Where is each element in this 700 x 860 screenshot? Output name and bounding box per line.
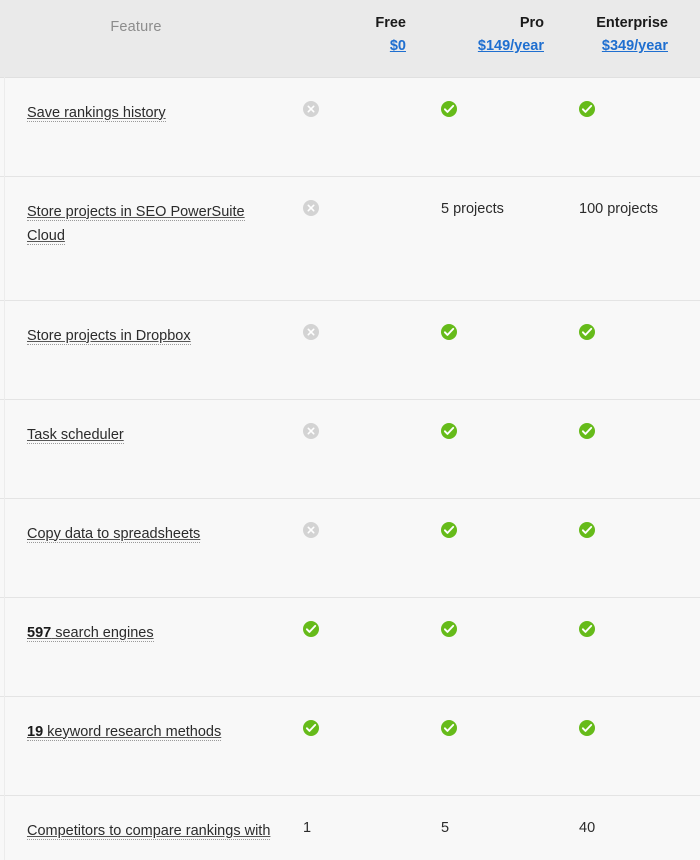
check-circle-icon: [441, 100, 457, 117]
table-row: Store projects in Dropbox: [0, 299, 700, 399]
header-plan-enterprise: Enterprise $349/year: [576, 0, 700, 77]
table-row: Store projects in SEO PowerSuite Cloud 5 …: [0, 175, 700, 300]
check-circle-icon: [579, 323, 595, 340]
feature-label-link[interactable]: Store projects in SEO PowerSuite Cloud: [27, 203, 245, 245]
plan-name-pro: Pro: [519, 15, 544, 31]
feature-label-text: Copy data to spreadsheets: [27, 525, 201, 542]
feature-label-link[interactable]: Copy data to spreadsheets: [27, 525, 201, 543]
table-row: Competitors to compare rankings with 1 5 40: [0, 794, 700, 860]
value-cell: [300, 76, 438, 176]
feature-cell: Competitors to compare rankings with: [0, 794, 300, 860]
check-circle-icon: [441, 323, 457, 340]
check-circle-icon: [579, 620, 595, 637]
value-cell: [576, 596, 700, 696]
value-cell: [576, 299, 700, 399]
value-cell: [300, 299, 438, 399]
value-cell: [438, 299, 576, 399]
value-cell: 5 projects: [438, 175, 576, 300]
feature-cell: 19 keyword research methods: [0, 695, 300, 795]
feature-label-text: Save rankings history: [27, 104, 166, 121]
check-circle-icon: [441, 422, 457, 439]
value-text: 40: [579, 819, 596, 836]
value-cell: [576, 497, 700, 597]
feature-label-text: search engines: [51, 624, 154, 641]
feature-cell: 597 search engines: [0, 596, 300, 696]
value-cell: [438, 497, 576, 597]
feature-highlight: 19: [27, 723, 44, 740]
feature-cell: Copy data to spreadsheets: [0, 497, 300, 597]
cross-circle-icon: [303, 521, 319, 538]
value-cell: [576, 398, 700, 498]
plan-name-free: Free: [375, 15, 406, 31]
table-row: Copy data to spreadsheets: [0, 497, 700, 597]
feature-highlight: 597: [27, 624, 52, 641]
check-circle-icon: [579, 422, 595, 439]
value-cell: [300, 398, 438, 498]
feature-cell: Save rankings history: [0, 76, 300, 176]
value-cell: [576, 76, 700, 176]
table-row: 19 keyword research methods: [0, 695, 700, 795]
cross-circle-icon: [303, 199, 319, 216]
table-row: Task scheduler: [0, 398, 700, 498]
feature-label-link[interactable]: Competitors to compare rankings with: [27, 822, 271, 840]
value-cell: [300, 596, 438, 696]
value-text: 5 projects: [441, 200, 504, 217]
table-row: 597 search engines: [0, 596, 700, 696]
check-circle-icon: [303, 719, 319, 736]
value-cell: [438, 398, 576, 498]
header-row: Feature Free $0 Pro $149/year Enterprise…: [0, 0, 700, 77]
table-row: Save rankings history: [0, 76, 700, 176]
plan-comparison-table: Feature Free $0 Pro $149/year Enterprise…: [0, 0, 700, 860]
check-circle-icon: [579, 100, 595, 117]
value-cell: [576, 695, 700, 795]
feature-cell: Store projects in SEO PowerSuite Cloud: [0, 175, 300, 300]
plan-price-pro-link[interactable]: $149/year: [478, 37, 544, 55]
feature-label-link[interactable]: 19 keyword research methods: [27, 723, 222, 741]
value-text: 5: [441, 819, 450, 836]
plan-name-enterprise: Enterprise: [596, 15, 668, 31]
feature-label-link[interactable]: Store projects in Dropbox: [27, 327, 191, 345]
header-feature-column: Feature: [0, 0, 300, 77]
feature-label-link[interactable]: 597 search engines: [27, 624, 154, 642]
feature-column-label: Feature: [110, 19, 162, 35]
table-header: Feature Free $0 Pro $149/year Enterprise…: [0, 0, 700, 77]
value-cell: [300, 175, 438, 300]
feature-label-text: Task scheduler: [27, 426, 124, 443]
value-cell: [438, 695, 576, 795]
comparison-table-page: Feature Free $0 Pro $149/year Enterprise…: [0, 0, 700, 860]
feature-cell: Store projects in Dropbox: [0, 299, 300, 399]
check-circle-icon: [441, 521, 457, 538]
check-circle-icon: [579, 521, 595, 538]
plan-price-free-link[interactable]: $0: [390, 37, 406, 55]
cross-circle-icon: [303, 422, 319, 439]
table-body: Save rankings history Store projects in S…: [0, 76, 700, 860]
value-text: 100 projects: [579, 200, 658, 217]
feature-label-text: Store projects in SEO PowerSuite Cloud: [27, 203, 245, 244]
value-cell: [300, 695, 438, 795]
value-cell: [438, 596, 576, 696]
value-cell: 5: [438, 794, 576, 860]
header-plan-free: Free $0: [300, 0, 438, 77]
plan-price-enterprise-link[interactable]: $349/year: [602, 37, 668, 55]
value-cell: 40: [576, 794, 700, 860]
value-cell: 100 projects: [576, 175, 700, 300]
check-circle-icon: [441, 620, 457, 637]
check-circle-icon: [579, 719, 595, 736]
value-cell: [438, 76, 576, 176]
check-circle-icon: [441, 719, 457, 736]
value-cell: 1: [300, 794, 438, 860]
cross-circle-icon: [303, 323, 319, 340]
feature-cell: Task scheduler: [0, 398, 300, 498]
feature-label-link[interactable]: Task scheduler: [27, 426, 124, 444]
feature-label-text: keyword research methods: [43, 723, 222, 740]
feature-label-text: Competitors to compare rankings with: [27, 822, 271, 839]
cross-circle-icon: [303, 100, 319, 117]
value-cell: [300, 497, 438, 597]
check-circle-icon: [303, 620, 319, 637]
feature-label-link[interactable]: Save rankings history: [27, 104, 166, 122]
feature-label-text: Store projects in Dropbox: [27, 327, 191, 344]
value-text: 1: [303, 819, 312, 836]
header-plan-pro: Pro $149/year: [438, 0, 576, 77]
